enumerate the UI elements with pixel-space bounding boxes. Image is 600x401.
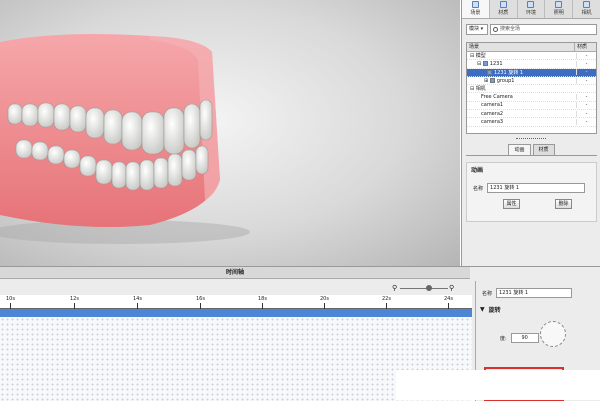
3d-viewport[interactable] (0, 0, 460, 266)
inspector-name-field[interactable]: 1231 旋转 1 (496, 288, 573, 298)
visibility-checkbox[interactable] (482, 60, 488, 66)
tree-item-1231[interactable]: ⊟ 1231- (467, 60, 596, 69)
rotation-dial[interactable] (540, 321, 566, 347)
visibility-checkbox[interactable] (487, 69, 492, 75)
zoom-knob[interactable] (426, 285, 432, 291)
panel-resize-handle[interactable] (516, 138, 546, 141)
lighting-icon (555, 1, 563, 8)
degree-row: 度: 90 (500, 333, 539, 343)
animation-track-bar[interactable] (0, 309, 472, 317)
image-margin (396, 370, 600, 400)
properties-button[interactable]: 属性 (503, 199, 520, 209)
scene-tree-header: 场景 材质 (467, 43, 596, 52)
tab-environment[interactable]: 环境 (518, 0, 546, 18)
tree-item-group1[interactable]: ⊞ group1- (467, 77, 596, 86)
filter-dropdown[interactable]: 模块 ▾ (466, 24, 488, 35)
animation-name-field[interactable]: 1231 旋转 1 (487, 183, 586, 193)
tree-item-camera3[interactable]: camera3- (467, 118, 596, 127)
material-icon (499, 1, 507, 8)
search-icon (493, 27, 498, 32)
scene-panel: 场景 材质 环境 照明 相机 模块 ▾ 搜索全场 场景 材质 ⊟ 模型 - ⊟ 1… (461, 0, 600, 266)
tab-material-props[interactable]: 材质 (532, 144, 555, 155)
zoom-out-icon[interactable]: ⚲ (392, 284, 397, 292)
animation-section: 动画 名称 1231 旋转 1 属性 删除 (466, 162, 597, 222)
panel-tab-bar: 场景 材质 环境 照明 相机 (462, 0, 600, 19)
tick-label: 12s (70, 296, 79, 302)
scene-tree: 场景 材质 ⊟ 模型 - ⊟ 1231- 1231 旋转 1- ⊞ group1-… (466, 42, 597, 134)
tick-label: 22s (382, 296, 391, 302)
tick-label: 24s (444, 296, 453, 302)
environment-icon (527, 1, 535, 8)
name-row: 名称 1231 旋转 1 (473, 183, 586, 193)
tab-material[interactable]: 材质 (490, 0, 518, 18)
tick-label: 16s (196, 296, 205, 302)
tree-item-rotation[interactable]: 1231 旋转 1- (467, 68, 596, 77)
tick-label: 14s (133, 296, 142, 302)
rotation-section-title: ▼ 旋转 (480, 306, 501, 314)
property-tabs: 动画 材质 (466, 144, 597, 156)
visibility-checkbox[interactable] (489, 77, 495, 83)
tick-label: 18s (258, 296, 267, 302)
inspector-name-row: 名称 1231 旋转 1 (482, 288, 573, 298)
tree-item-models[interactable]: ⊟ 模型 - (467, 52, 596, 61)
delete-button[interactable]: 删除 (555, 199, 572, 209)
zoom-in-icon[interactable]: ⚲ (449, 284, 454, 292)
timeline-title: 时间轴 (0, 267, 470, 279)
tick-label: 20s (320, 296, 329, 302)
timeline-zoom-slider[interactable]: ⚲ ⚲ (392, 283, 456, 293)
filter-row: 模块 ▾ 搜索全场 (466, 24, 597, 35)
section-title: 动画 (471, 167, 484, 174)
degree-field[interactable]: 90 (510, 333, 539, 343)
teeth-model-render[interactable] (0, 0, 460, 266)
time-ruler[interactable]: 10s 12s 14s 16s 18s 20s 22s 24s (0, 295, 472, 309)
scene-icon (471, 1, 479, 8)
tick-label: 10s (6, 296, 15, 302)
tree-item-cameras[interactable]: ⊟ 相机 (467, 85, 596, 94)
tab-lighting[interactable]: 照明 (545, 0, 574, 18)
tab-animation[interactable]: 动画 (508, 144, 531, 155)
tree-item-camera1[interactable]: camera1- (467, 102, 596, 111)
search-input[interactable]: 搜索全场 (490, 24, 597, 35)
tree-item-free-camera[interactable]: Free Camera - (467, 93, 596, 102)
camera-icon (583, 1, 591, 8)
tab-camera[interactable]: 相机 (573, 0, 600, 18)
tree-item-camera2[interactable]: camera2- (467, 110, 596, 119)
tab-scene[interactable]: 场景 (462, 0, 490, 18)
